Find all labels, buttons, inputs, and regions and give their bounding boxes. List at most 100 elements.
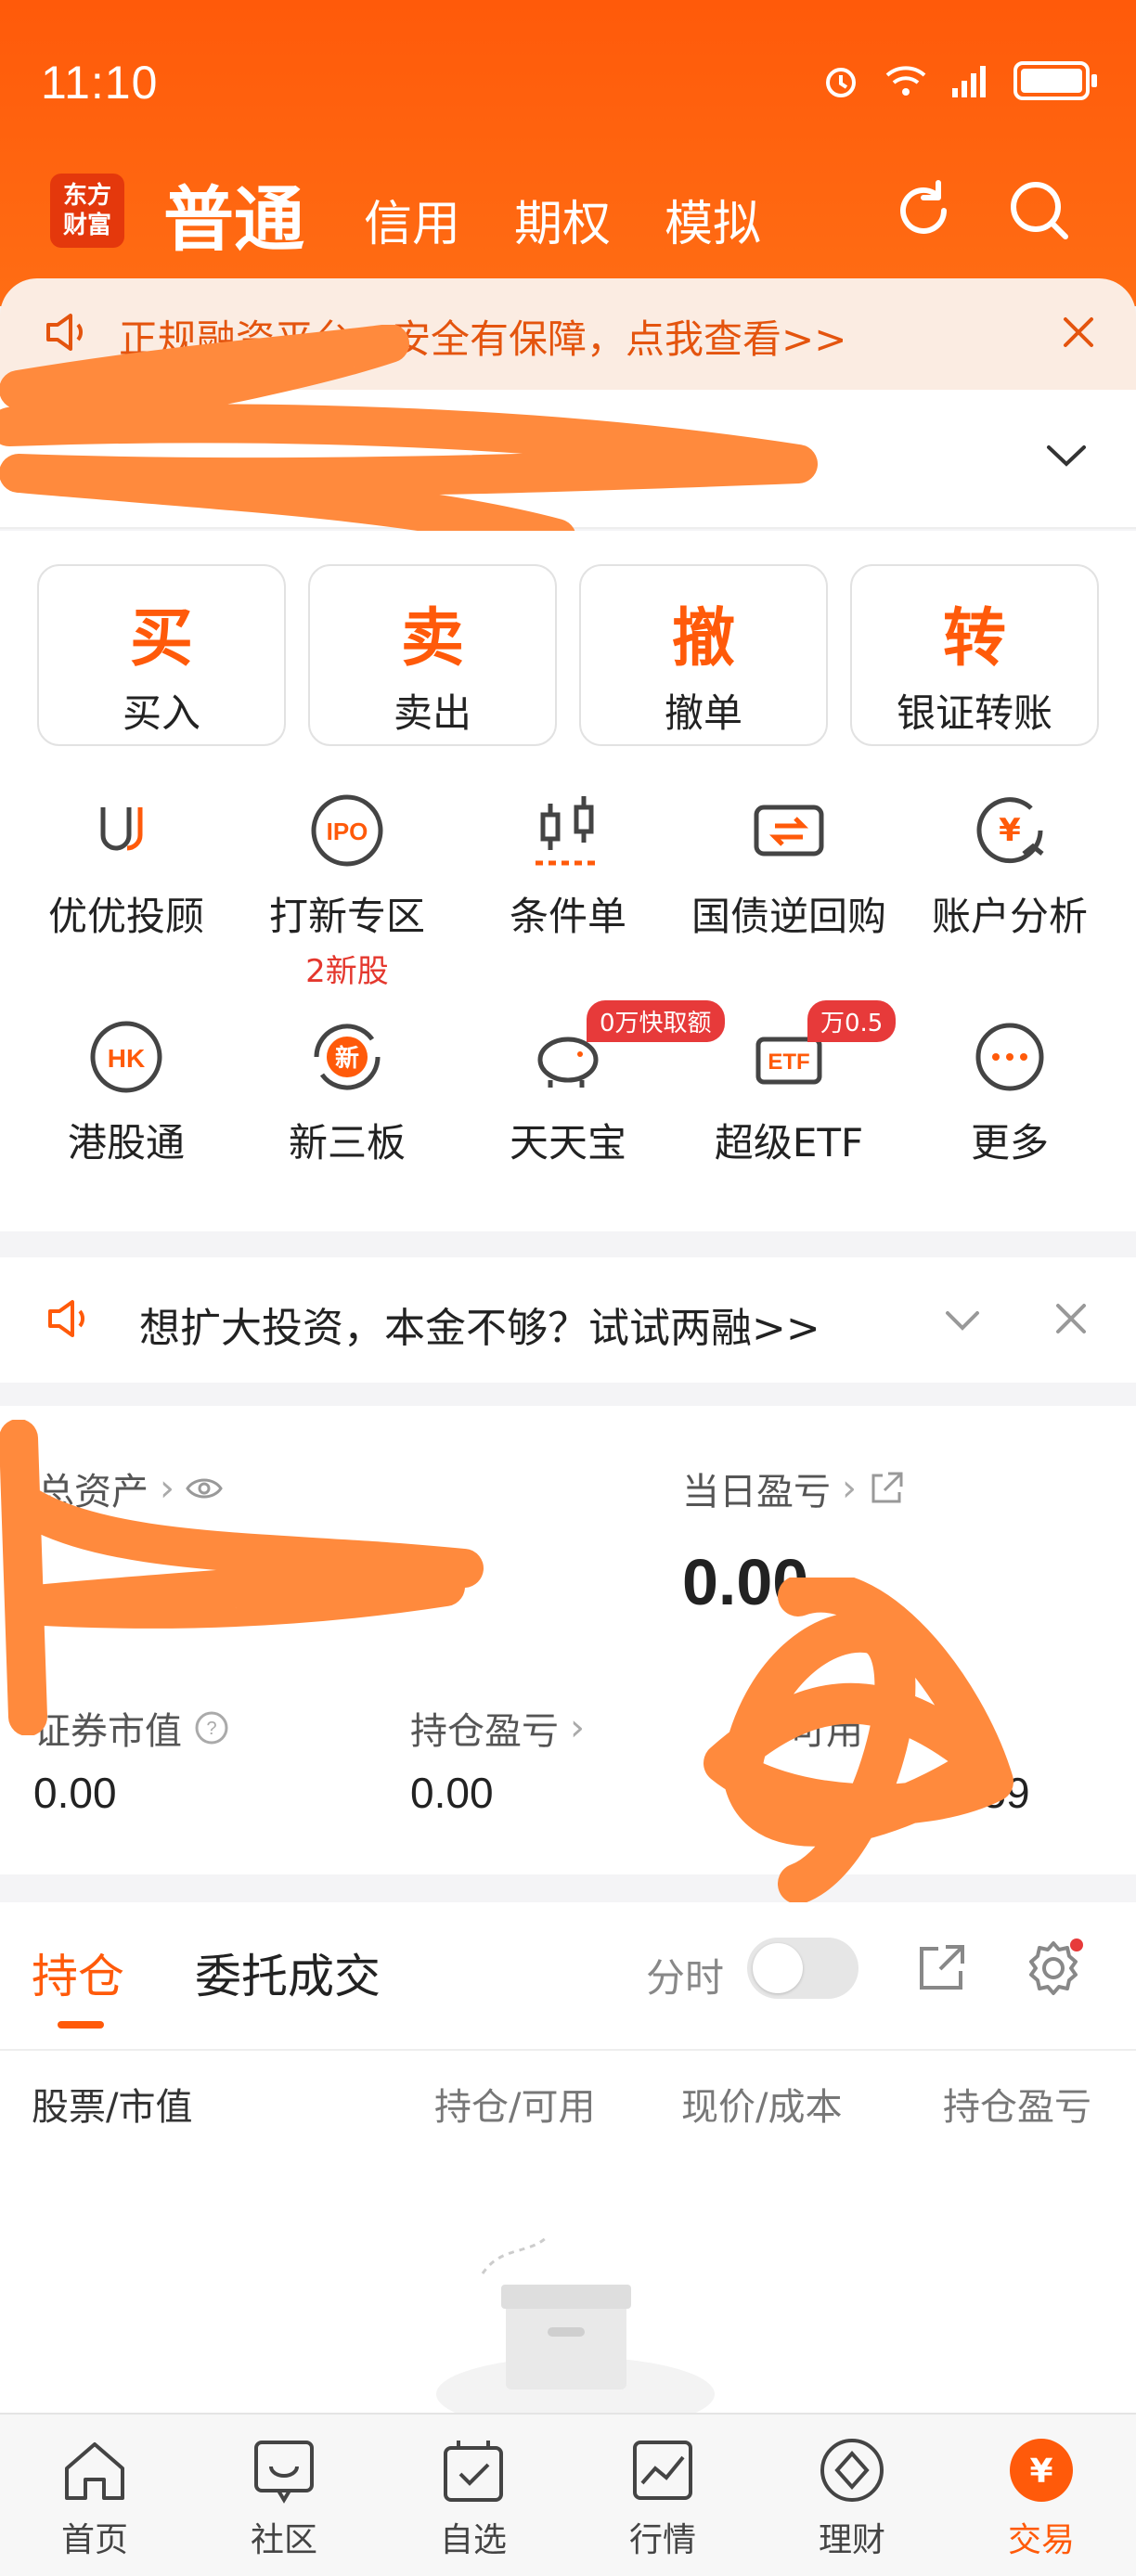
- grid-youyou-advisor[interactable]: 优优投顾: [15, 789, 238, 942]
- grid-reverse-repo[interactable]: 国债逆回购: [678, 789, 900, 942]
- holding-pnl-label[interactable]: 持仓盈亏 ›: [410, 1701, 585, 1755]
- holdings-section: 持仓 委托成交 分时 股票/市值 持仓/可用 现价/成本 持仓盈亏: [0, 1902, 1136, 2413]
- trade-panel: 买 买入 卖 卖出 撤 撤单 转 银证转账 优优投顾 IPO 打新专区 2新股 …: [0, 531, 1136, 1231]
- tab-normal[interactable]: 普通: [163, 162, 304, 264]
- alarm-icon: [826, 68, 856, 97]
- grid-ipo-zone[interactable]: IPO 打新专区 2新股: [236, 789, 458, 991]
- speaker-icon: [46, 314, 83, 351]
- signal-icon: [952, 66, 986, 97]
- promo-text: 想扩大投资，本金不够？试试两融>>: [139, 1305, 820, 1352]
- buy-button[interactable]: 买 买入: [37, 564, 286, 746]
- col-holding-pnl: 持仓盈亏: [943, 2086, 1091, 2129]
- tab-label: 交易: [1007, 2521, 1075, 2559]
- total-assets-text: 总资产: [37, 1471, 148, 1513]
- speaker-icon: [48, 1300, 84, 1337]
- timeshare-label: 分时: [646, 1955, 725, 2001]
- close-icon[interactable]: [1052, 1300, 1090, 1337]
- watchlist-icon: [444, 2441, 503, 2502]
- margin-promo-banner[interactable]: 想扩大投资，本金不够？试试两融>>: [0, 1257, 1136, 1383]
- toggle-knob: [753, 1943, 803, 1993]
- cancel-glyph: 撤: [671, 602, 735, 676]
- svg-text:¥: ¥: [1029, 2453, 1052, 2491]
- market-icon: [633, 2441, 692, 2500]
- tab-watchlist[interactable]: 自选: [399, 2433, 548, 2561]
- grid-new-third-board[interactable]: 新 新三板: [236, 1015, 458, 1168]
- wealth-icon: [820, 2439, 884, 2502]
- asset-summary: 总资产 › 当日盈亏 › 0.00 证券市值 ? 0.00 持仓盈亏 › 0.0…: [0, 1406, 1136, 1874]
- header: 11:10 东方 财富 普通 信用 期权 模拟: [0, 0, 1136, 306]
- cancel-order-button[interactable]: 撤 撤单: [579, 564, 828, 746]
- ipo-icon: IPO: [311, 794, 383, 867]
- trade-icon: ¥: [1010, 2439, 1073, 2502]
- grid-account-analysis[interactable]: ¥ 账户分析: [898, 789, 1121, 942]
- empty-box-illustration: [436, 2235, 715, 2413]
- col-stock-value: 股票/市值: [32, 2086, 193, 2129]
- transfer-button[interactable]: 转 银证转账: [850, 564, 1099, 746]
- new-stock-count: 2新股: [305, 953, 389, 990]
- refresh-icon[interactable]: [886, 174, 961, 248]
- holdings-column-header: 股票/市值 持仓/可用 现价/成本 持仓盈亏: [0, 2049, 1136, 2142]
- grid-label: 更多: [970, 1120, 1049, 1166]
- grid-label: 港股通: [67, 1120, 185, 1166]
- available-label[interactable]: 可用: [789, 1701, 863, 1755]
- new-board-icon: 新: [314, 1024, 381, 1090]
- col-position-available: 持仓/可用: [434, 2086, 596, 2129]
- daily-pnl-value: 0.00: [682, 1546, 809, 1618]
- tab-community[interactable]: 社区: [210, 2433, 358, 2561]
- close-icon[interactable]: [1058, 312, 1099, 353]
- svg-text:?: ?: [206, 1719, 216, 1739]
- timeshare-toggle[interactable]: [747, 1938, 858, 1999]
- transfer-label: 银证转账: [896, 690, 1052, 736]
- grid-super-etf[interactable]: 万0.5 ETF 超级ETF: [678, 1000, 900, 1168]
- eye-icon[interactable]: [186, 1470, 223, 1507]
- tab-simulation[interactable]: 模拟: [665, 185, 761, 254]
- grid-conditional-order[interactable]: 条件单: [457, 789, 679, 942]
- help-icon[interactable]: ?: [193, 1709, 230, 1746]
- tab-credit[interactable]: 信用: [364, 185, 460, 254]
- youyou-icon: [100, 807, 143, 851]
- fee-badge: 万0.5: [807, 1000, 897, 1042]
- tab-orders[interactable]: 委托成交: [195, 1939, 381, 2006]
- svg-text:ETF: ETF: [768, 1050, 809, 1075]
- tab-options[interactable]: 期权: [514, 185, 611, 254]
- east-money-logo: 东方 财富: [50, 174, 124, 248]
- sell-button[interactable]: 卖 卖出: [308, 564, 557, 746]
- market-value: 0.00: [33, 1769, 117, 1817]
- chevron-down-icon[interactable]: [1043, 438, 1090, 475]
- account-type-nav: 东方 财富 普通 信用 期权 模拟: [0, 162, 1136, 264]
- market-value-label[interactable]: 证券市值 ?: [33, 1701, 230, 1755]
- wifi-icon: [885, 66, 926, 96]
- settings-icon[interactable]: [1023, 1938, 1084, 1999]
- tab-home[interactable]: 首页: [20, 2433, 169, 2561]
- chevron-down-icon[interactable]: [942, 1302, 983, 1339]
- svg-text:新: 新: [335, 1044, 359, 1073]
- tab-positions[interactable]: 持仓: [32, 1939, 124, 2006]
- active-tab-indicator: [58, 2021, 104, 2029]
- tab-label: 自选: [439, 2521, 507, 2559]
- yen-chart-icon: ¥: [976, 797, 1044, 864]
- grid-more[interactable]: 更多: [898, 1015, 1121, 1168]
- tab-trade[interactable]: ¥ 交易: [967, 2433, 1116, 2561]
- notice-banner[interactable]: 正规融资平台，安全有保障，点我查看>>: [0, 278, 1136, 390]
- total-assets-label[interactable]: 总资产 ›: [37, 1462, 223, 1515]
- battery-icon: [1013, 61, 1097, 100]
- export-icon[interactable]: [914, 1939, 970, 1995]
- grid-label: 新三板: [288, 1120, 406, 1166]
- daily-pnl-label[interactable]: 当日盈亏 ›: [682, 1462, 905, 1515]
- tab-market[interactable]: 行情: [588, 2433, 737, 2561]
- status-bar: 11:10: [0, 0, 1136, 158]
- status-icons: [819, 61, 1097, 100]
- tab-label: 首页: [60, 2521, 128, 2559]
- tab-label: 社区: [250, 2521, 317, 2559]
- share-icon[interactable]: [868, 1470, 905, 1507]
- bottom-tab-bar: 首页 社区 自选 行情 理财 ¥ 交易: [0, 2413, 1136, 2576]
- tab-label: 理财: [818, 2521, 885, 2559]
- grid-tiantianbao[interactable]: 0万快取额 天天宝: [457, 1000, 725, 1168]
- account-selector[interactable]: [0, 390, 1136, 529]
- tab-wealth[interactable]: 理财: [778, 2433, 926, 2561]
- status-time: 11:10: [41, 57, 159, 109]
- grid-hk-connect[interactable]: HK 港股通: [15, 1015, 238, 1168]
- notice-text: 正规融资平台，安全有保障，点我查看>>: [119, 316, 847, 362]
- search-icon[interactable]: [1002, 174, 1077, 248]
- cancel-label: 撤单: [664, 690, 742, 736]
